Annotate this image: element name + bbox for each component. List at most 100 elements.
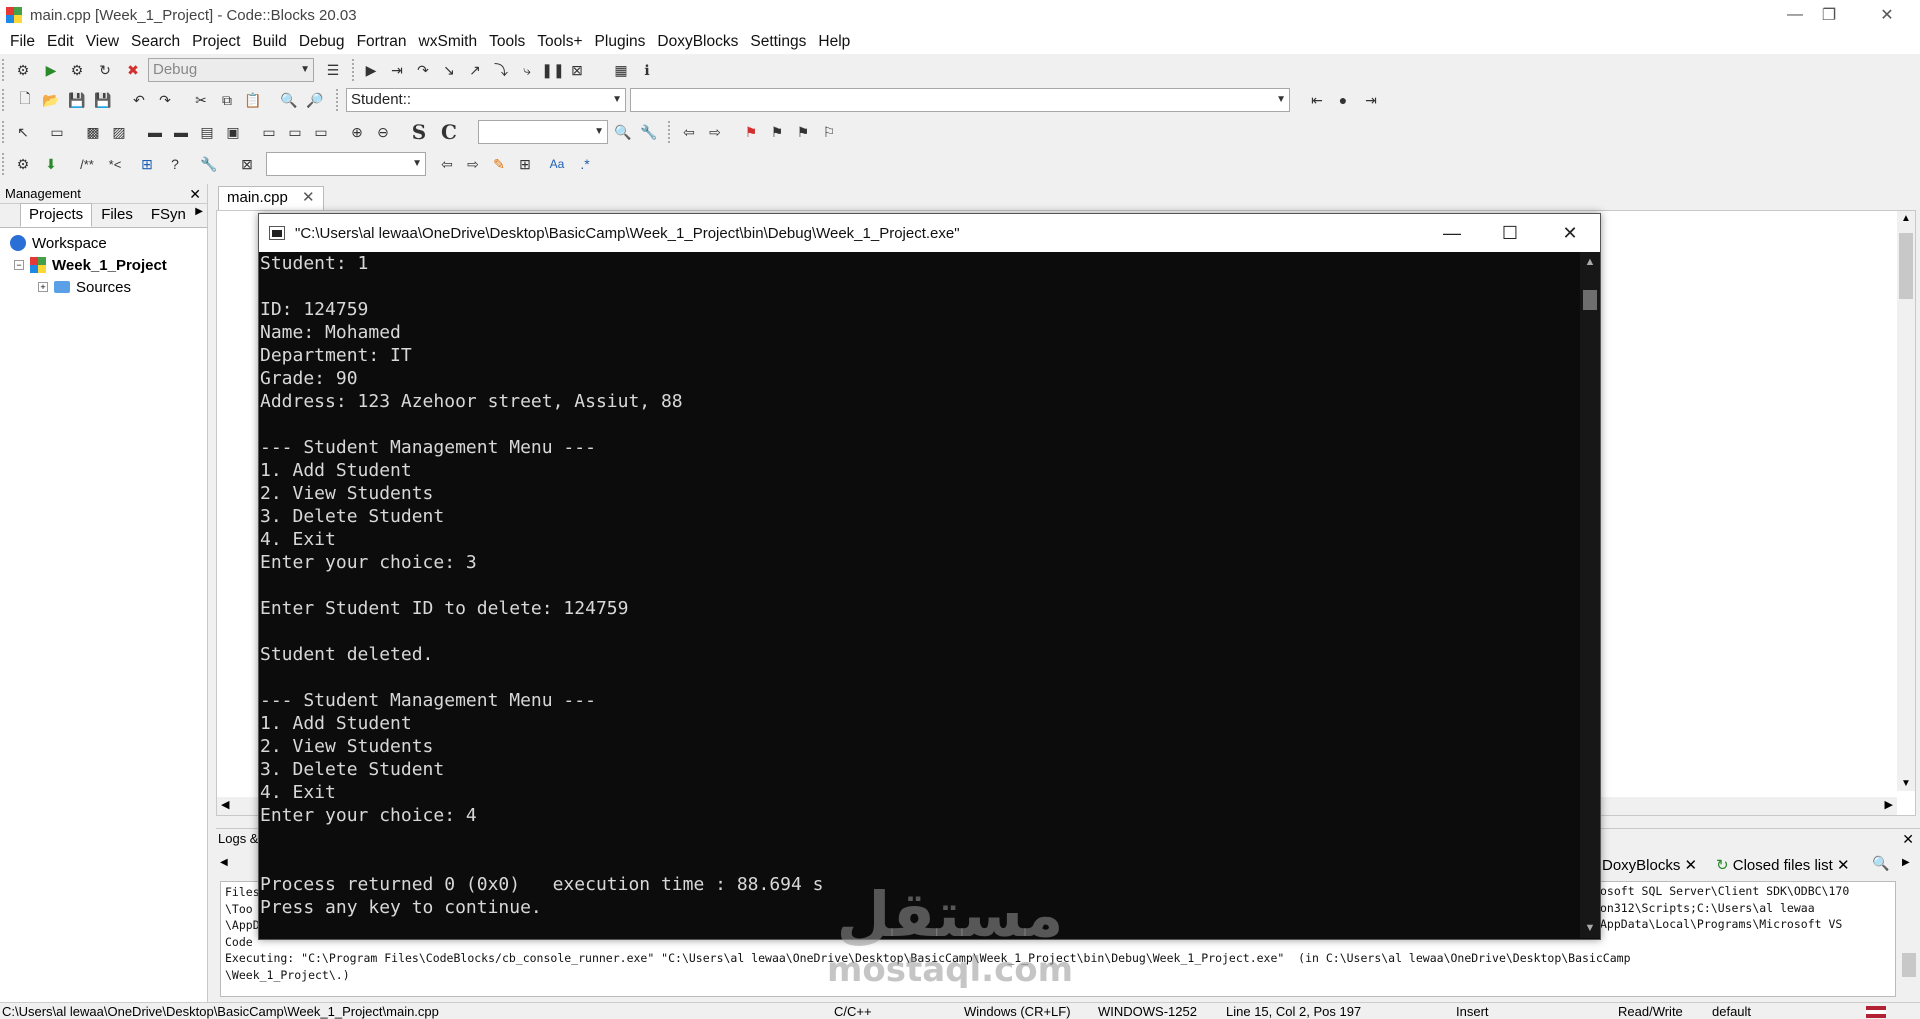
tab-main-cpp[interactable]: main.cpp ✕ bbox=[218, 186, 324, 210]
prev-flag-icon[interactable]: ⚑ bbox=[766, 121, 788, 143]
console-scrollbar[interactable]: ▲ ▼ bbox=[1580, 252, 1600, 938]
menu-doxyblocks[interactable]: DoxyBlocks bbox=[651, 33, 744, 51]
build-and-run-icon[interactable]: ⚙ bbox=[66, 59, 88, 81]
run-to-cursor-icon[interactable]: ⇥ bbox=[386, 59, 408, 81]
html-docs-icon[interactable]: ⊞ bbox=[136, 153, 158, 175]
zoom-in-icon[interactable]: ⊕ bbox=[346, 121, 368, 143]
toolbar-grip[interactable] bbox=[2, 59, 5, 81]
stop-debugger-icon[interactable]: ⊠ bbox=[566, 59, 588, 81]
shape-c-icon[interactable]: ▭ bbox=[310, 121, 332, 143]
build-target-select[interactable]: Debug ▼ bbox=[148, 58, 314, 82]
console-maximize-button[interactable]: ☐ bbox=[1481, 214, 1539, 252]
next-instruction-icon[interactable]: ⤵ bbox=[490, 59, 512, 81]
expand-icon[interactable]: + bbox=[38, 282, 48, 292]
build-log-icon[interactable]: ☰ bbox=[322, 59, 344, 81]
menu-settings[interactable]: Settings bbox=[744, 33, 812, 51]
step-out-icon[interactable]: ↗ bbox=[464, 59, 486, 81]
editor-scroll-thumb[interactable] bbox=[1899, 233, 1913, 299]
layout-icon[interactable]: ▨ bbox=[108, 121, 130, 143]
toolbar-grip[interactable] bbox=[668, 121, 671, 143]
menu-help[interactable]: Help bbox=[812, 33, 856, 51]
new-file-icon[interactable]: 🗋 bbox=[14, 89, 36, 111]
undo-icon[interactable]: ↶ bbox=[128, 89, 150, 111]
widget-a-icon[interactable]: ▬ bbox=[144, 121, 166, 143]
toolbar-grip[interactable] bbox=[352, 59, 355, 81]
step-into-icon[interactable]: ↘ bbox=[438, 59, 460, 81]
menu-edit[interactable]: Edit bbox=[41, 33, 80, 51]
find-prev-icon[interactable]: ⇦ bbox=[436, 153, 458, 175]
menu-debug[interactable]: Debug bbox=[293, 33, 351, 51]
toolbar-grip[interactable] bbox=[2, 153, 5, 175]
menu-project[interactable]: Project bbox=[186, 33, 246, 51]
close-tab-icon[interactable]: ✕ bbox=[1685, 857, 1698, 874]
tab-closed-files[interactable]: ↻ Closed files list ✕ bbox=[1710, 855, 1856, 877]
prev-bookmark-icon[interactable]: ⇦ bbox=[678, 121, 700, 143]
next-flag-icon[interactable]: ⚑ bbox=[792, 121, 814, 143]
highlight-icon[interactable]: ✎ bbox=[488, 153, 510, 175]
run-icon[interactable]: ▶ bbox=[40, 59, 62, 81]
widget-d-icon[interactable]: ▣ bbox=[222, 121, 244, 143]
tree-node-project[interactable]: − Week_1_Project bbox=[0, 254, 207, 276]
console-window[interactable]: "C:\Users\al lewaa\OneDrive\Desktop\Basi… bbox=[258, 213, 1601, 940]
menu-plugins[interactable]: Plugins bbox=[589, 33, 652, 51]
console-minimize-button[interactable]: — bbox=[1423, 214, 1481, 252]
search-icon[interactable]: 🔍 bbox=[1872, 855, 1889, 872]
search-combo[interactable]: ▼ bbox=[478, 120, 608, 144]
step-into-instruction-icon[interactable]: ⤷ bbox=[516, 59, 538, 81]
redo-icon[interactable]: ↷ bbox=[154, 89, 176, 111]
shape-a-icon[interactable]: ▭ bbox=[258, 121, 280, 143]
cut-icon[interactable]: ✂ bbox=[190, 89, 212, 111]
selection-only-icon[interactable]: ⊞ bbox=[514, 153, 536, 175]
open-file-icon[interactable]: 📂 bbox=[40, 89, 62, 111]
console-scroll-thumb[interactable] bbox=[1583, 290, 1597, 310]
logs-scrollbar[interactable] bbox=[1900, 881, 1918, 997]
close-window-button[interactable]: ✕ bbox=[1864, 0, 1910, 30]
jump-marker-icon[interactable]: ● bbox=[1332, 89, 1354, 111]
tree-node-workspace[interactable]: Workspace bbox=[0, 232, 207, 254]
abort-icon[interactable]: ✖ bbox=[122, 59, 144, 81]
menu-build[interactable]: Build bbox=[246, 33, 292, 51]
search-go-icon[interactable]: 🔍 bbox=[612, 121, 634, 143]
close-management-icon[interactable]: ✕ bbox=[189, 184, 201, 204]
box-sizer-icon[interactable]: ▭ bbox=[46, 121, 68, 143]
save-icon[interactable]: 💾 bbox=[66, 89, 88, 111]
editor-vertical-scrollbar[interactable]: ▲ ▼ bbox=[1897, 211, 1915, 791]
collapse-icon[interactable]: − bbox=[14, 260, 24, 270]
line-comment-icon[interactable]: *< bbox=[104, 153, 126, 175]
debugging-windows-icon[interactable]: ▦ bbox=[610, 59, 632, 81]
extract-docs-icon[interactable]: ⬇ bbox=[40, 153, 62, 175]
code-completion-function-select[interactable]: ▼ bbox=[630, 88, 1290, 112]
next-line-icon[interactable]: ↷ bbox=[412, 59, 434, 81]
settings-wrench-icon[interactable]: 🔧 bbox=[638, 121, 660, 143]
close-tab-icon[interactable]: ✕ bbox=[1837, 857, 1850, 874]
console-scroll-up-icon[interactable]: ▲ bbox=[1580, 256, 1600, 268]
menu-file[interactable]: File bbox=[4, 33, 41, 51]
replace-icon[interactable]: 🔎 bbox=[304, 89, 326, 111]
restore-button[interactable]: ❐ bbox=[1806, 0, 1852, 30]
menu-tools[interactable]: Tools bbox=[483, 33, 531, 51]
rebuild-icon[interactable]: ↻ bbox=[94, 59, 116, 81]
find-next-icon[interactable]: ⇨ bbox=[462, 153, 484, 175]
tabs-scroll-right-icon[interactable]: ▶ bbox=[195, 206, 203, 217]
find-input[interactable]: ▼ bbox=[266, 152, 426, 176]
doxy-prefs-icon[interactable]: 🔧 bbox=[198, 153, 220, 175]
save-all-icon[interactable]: 💾 bbox=[92, 89, 114, 111]
paste-icon[interactable]: 📋 bbox=[242, 89, 264, 111]
logs-scroll-thumb[interactable] bbox=[1902, 953, 1916, 977]
find-icon[interactable]: 🔍 bbox=[278, 89, 300, 111]
tree-node-sources[interactable]: + Sources bbox=[0, 276, 207, 298]
pause-icon[interactable]: ❚❚ bbox=[541, 59, 564, 81]
close-tab-icon[interactable]: ✕ bbox=[302, 189, 315, 206]
match-case-icon[interactable]: Aa bbox=[546, 153, 568, 175]
toolbar-grip[interactable] bbox=[2, 89, 5, 111]
next-bookmark-icon[interactable]: ⇨ bbox=[704, 121, 726, 143]
regex-icon[interactable]: .* bbox=[574, 153, 596, 175]
menu-tools-plus[interactable]: Tools+ bbox=[531, 33, 588, 51]
console-scroll-down-icon[interactable]: ▼ bbox=[1580, 922, 1600, 934]
scroll-up-icon[interactable]: ▲ bbox=[1897, 213, 1915, 224]
shape-b-icon[interactable]: ▭ bbox=[284, 121, 306, 143]
image-icon[interactable]: ▩ bbox=[82, 121, 104, 143]
copy-icon[interactable]: ⧉ bbox=[216, 89, 238, 111]
scroll-right-icon[interactable]: ▶ bbox=[1885, 798, 1893, 811]
jump-forward-icon[interactable]: ⇥ bbox=[1360, 89, 1382, 111]
